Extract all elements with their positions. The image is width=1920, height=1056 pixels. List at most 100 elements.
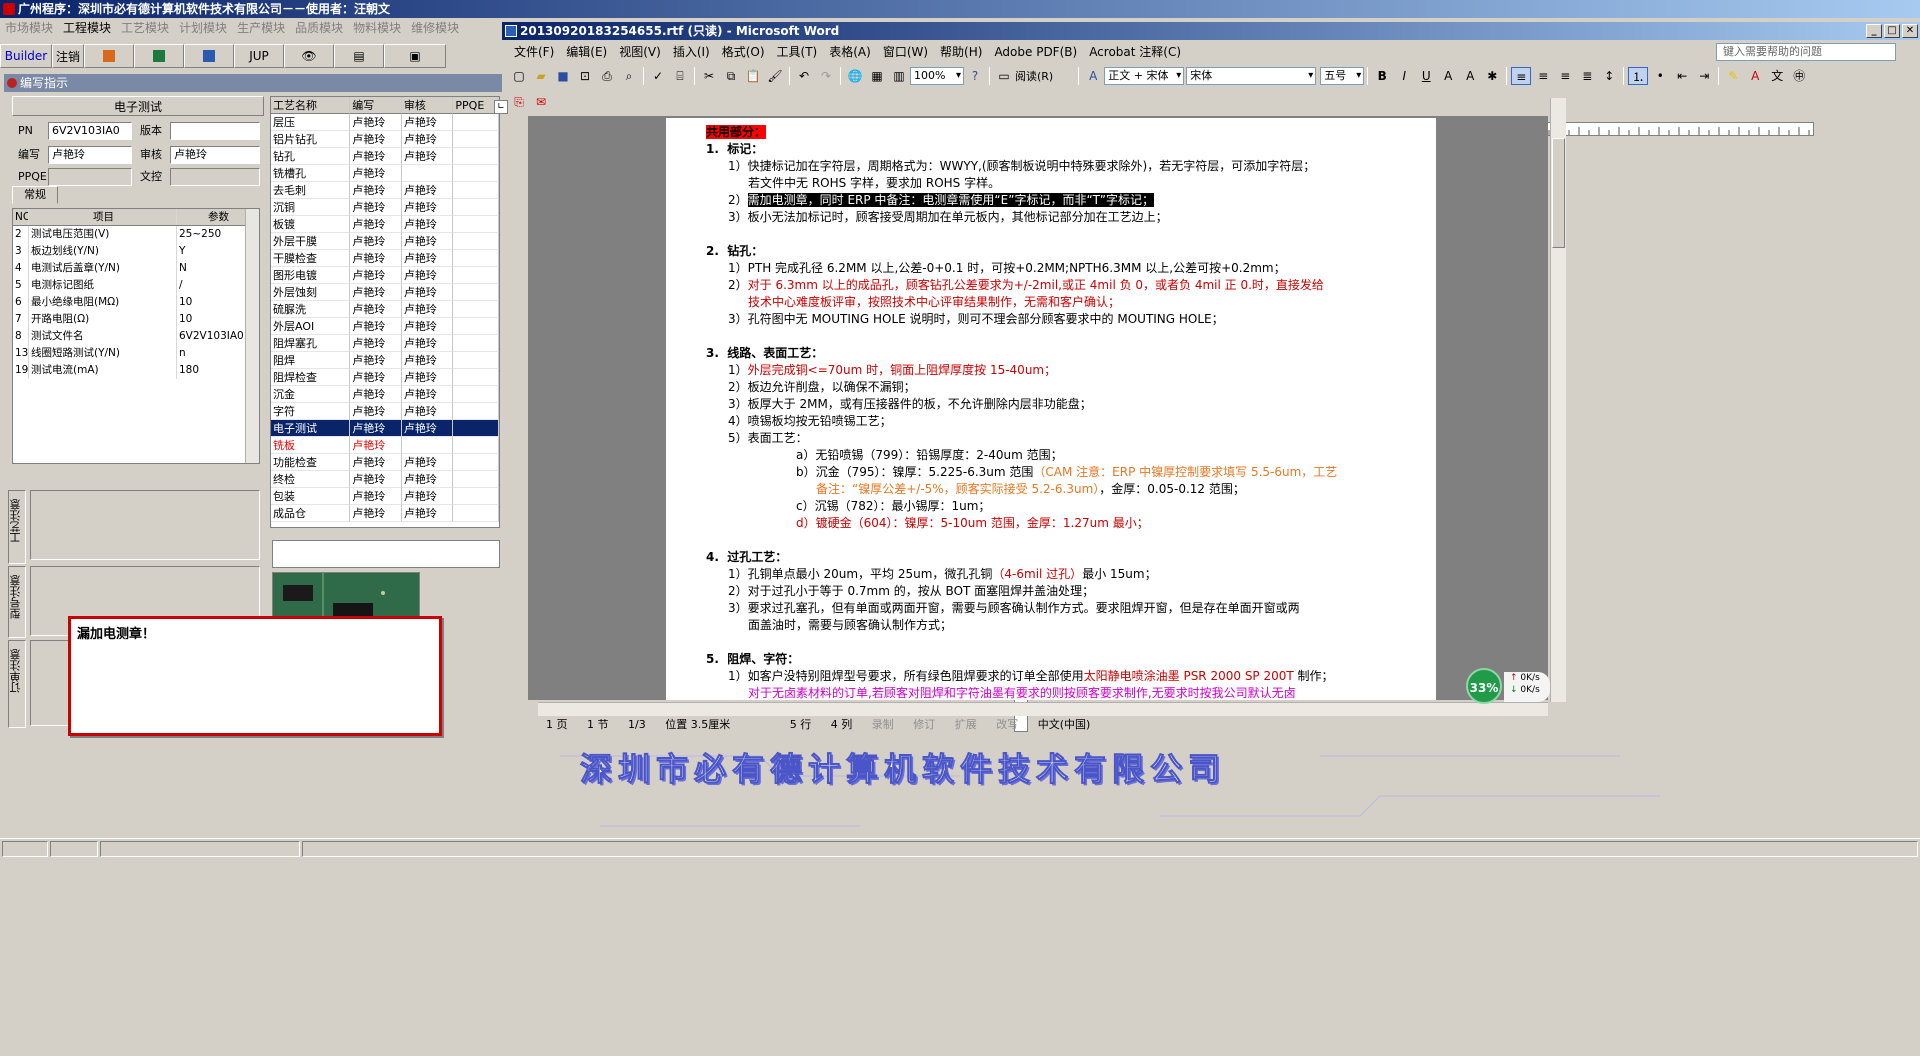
process-row[interactable]: 钻孔 卢艳玲 卢艳玲 [271, 148, 499, 165]
tab-stop-selector[interactable]: ∟ [494, 100, 508, 114]
pdf-email-icon[interactable]: ✉ [531, 93, 551, 111]
process-row[interactable]: 阻焊检查 卢艳玲 卢艳玲 [271, 369, 499, 386]
param-row[interactable]: 19 测试电流(mA) 180 [13, 362, 259, 379]
process-row[interactable]: 阻焊 卢艳玲 卢艳玲 [271, 352, 499, 369]
new-document-icon[interactable]: ▢ [509, 67, 529, 85]
network-monitor[interactable]: ↑ 0K/s ↓ 0K/s 33% [1462, 668, 1552, 704]
document-horizontal-scrollbar[interactable] [538, 702, 1548, 716]
process-row[interactable]: 沉铜 卢艳玲 卢艳玲 [271, 199, 499, 216]
param-row[interactable]: 13 线圈短路测试(Y/N) n [13, 345, 259, 362]
param-row[interactable]: 4 电测试后盖章(Y/N) N [13, 260, 259, 277]
document-vertical-scrollbar[interactable] [1550, 98, 1566, 702]
word-menu-item[interactable]: 编辑(E) [560, 42, 613, 62]
align-right-icon[interactable]: ≡ [1555, 67, 1575, 85]
copy-icon[interactable]: ⧉ [721, 67, 741, 85]
process-row[interactable]: 外层干膜 卢艳玲 卢艳玲 [271, 233, 499, 250]
review-field[interactable]: 卢艳玲 [170, 146, 260, 164]
distributed-icon[interactable]: ≣ [1577, 67, 1597, 85]
version-field[interactable] [170, 122, 260, 140]
underline-icon[interactable]: U [1416, 67, 1436, 85]
builder-button[interactable]: Builder [0, 44, 52, 68]
maximize-button[interactable]: □ [1884, 24, 1900, 38]
redo-icon[interactable]: ↷ [816, 67, 836, 85]
process-row[interactable]: 干膜检查 卢艳玲 卢艳玲 [271, 250, 499, 267]
italic-icon[interactable]: I [1394, 67, 1414, 85]
hyperlink-icon[interactable]: 🌐 [845, 67, 865, 85]
bold-icon[interactable]: B [1372, 67, 1392, 85]
word-menu-item[interactable]: 格式(O) [716, 42, 771, 62]
numbering-icon[interactable]: ⒈ [1628, 67, 1649, 85]
bullets-icon[interactable]: • [1650, 67, 1670, 85]
pdf-convert-icon[interactable]: ⎘ [509, 93, 529, 111]
word-menu-item[interactable]: Adobe PDF(B) [988, 42, 1083, 62]
word-menu-item[interactable]: 表格(A) [823, 42, 877, 62]
process-row[interactable]: 终检 卢艳玲 卢艳玲 [271, 471, 499, 488]
undo-icon[interactable]: ↶ [794, 67, 814, 85]
note-tab-model[interactable]: 型号注意 [8, 566, 26, 638]
param-row[interactable]: 2 测试电压范围(V) 25~250 [13, 226, 259, 243]
author-field[interactable]: 卢艳玲 [48, 146, 132, 164]
process-row[interactable]: 铣板 卢艳玲 [271, 437, 499, 454]
app-menu-item[interactable]: 工艺模块 [116, 18, 174, 38]
ppqe-field[interactable] [48, 168, 132, 186]
app-menu-item[interactable]: 物料模块 [348, 18, 406, 38]
open-folder-icon[interactable]: ▰ [531, 67, 551, 85]
extra-button[interactable]: ▣ [384, 44, 446, 68]
process-row[interactable]: 铣槽孔 卢艳玲 [271, 165, 499, 182]
process-row[interactable]: 硫脲洗 卢艳玲 卢艳玲 [271, 301, 499, 318]
process-row[interactable]: 板镀 卢艳玲 卢艳玲 [271, 216, 499, 233]
note-tab-process[interactable]: 工艺注意 [8, 490, 26, 564]
char-border-icon[interactable]: A [1438, 67, 1458, 85]
process-note-input[interactable] [272, 540, 500, 568]
col-process-name[interactable]: 工艺名称 [271, 97, 351, 114]
font-color-icon[interactable]: A [1745, 67, 1765, 85]
param-row[interactable]: 3 板边划线(Y/N) Y [13, 243, 259, 260]
process-row[interactable]: 外层AOI 卢艳玲 卢艳玲 [271, 318, 499, 335]
word-menu-item[interactable]: 文件(F) [508, 42, 560, 62]
read-icon[interactable]: ▭ [994, 67, 1014, 85]
font-select[interactable]: 宋体 [1186, 67, 1317, 85]
permission-icon[interactable]: ⊡ [575, 67, 595, 85]
jup-button[interactable]: JUP [234, 44, 284, 68]
process-row[interactable]: 外层蚀刻 卢艳玲 卢艳玲 [271, 284, 499, 301]
research-icon[interactable]: ⌸ [670, 67, 690, 85]
process-row[interactable]: 成品仓 卢艳玲 卢艳玲 [271, 505, 499, 522]
line-spacing-icon[interactable]: ↕ [1599, 67, 1619, 85]
zoom-select[interactable]: 100% [910, 67, 964, 85]
process-note-box[interactable] [30, 490, 260, 560]
process-row[interactable]: 去毛刺 卢艳玲 卢艳玲 [271, 182, 499, 199]
char-scale-icon[interactable]: ✱ [1482, 67, 1502, 85]
word-menu-item[interactable]: 视图(V) [613, 42, 667, 62]
process-row[interactable]: 图形电镀 卢艳玲 卢艳玲 [271, 267, 499, 284]
style-select[interactable]: 正文 + 宋体 [1104, 67, 1185, 85]
word-export-button[interactable] [184, 44, 234, 68]
print-preview-icon[interactable]: ⌕ [619, 67, 639, 85]
process-row[interactable]: 包装 卢艳玲 卢艳玲 [271, 488, 499, 505]
col-process-ppqe[interactable]: PPQE [453, 97, 499, 114]
save-icon[interactable]: ■ [553, 67, 573, 85]
help-search-input[interactable]: 键入需要帮助的问题 [1716, 43, 1896, 61]
format-painter-icon[interactable]: 🖌 [765, 67, 785, 85]
status-track-changes[interactable]: 修订 [905, 716, 943, 734]
process-row[interactable]: 电子测试 卢艳玲 卢艳玲 [271, 420, 499, 437]
ppt-export-button[interactable] [84, 44, 134, 68]
word-menu-item[interactable]: 窗口(W) [877, 42, 934, 62]
cut-icon[interactable]: ✂ [699, 67, 719, 85]
logout-button[interactable]: 注销 [52, 44, 84, 68]
table-icon[interactable]: ▦ [867, 67, 887, 85]
help-icon[interactable]: ? [965, 67, 985, 85]
font-size-select[interactable]: 五号 [1320, 67, 1365, 85]
increase-indent-icon[interactable]: ⇥ [1694, 67, 1714, 85]
param-row[interactable]: 8 测试文件名 6V2V103IA0.tg [13, 328, 259, 345]
read-mode-button[interactable]: 阅读(R) [1015, 68, 1053, 84]
file-control-field[interactable] [170, 168, 260, 186]
process-row[interactable]: 阻焊塞孔 卢艳玲 卢艳玲 [271, 335, 499, 352]
align-center-icon[interactable]: ≡ [1533, 67, 1553, 85]
process-row[interactable]: 沉金 卢艳玲 卢艳玲 [271, 386, 499, 403]
excel-export-button[interactable] [134, 44, 184, 68]
app-menu-item[interactable]: 品质模块 [290, 18, 348, 38]
col-no[interactable]: NO [13, 209, 29, 225]
process-row[interactable]: 铝片钻孔 卢艳玲 卢艳玲 [271, 131, 499, 148]
align-justify-icon[interactable]: ≡ [1511, 67, 1532, 85]
char-shading-icon[interactable]: A [1460, 67, 1480, 85]
